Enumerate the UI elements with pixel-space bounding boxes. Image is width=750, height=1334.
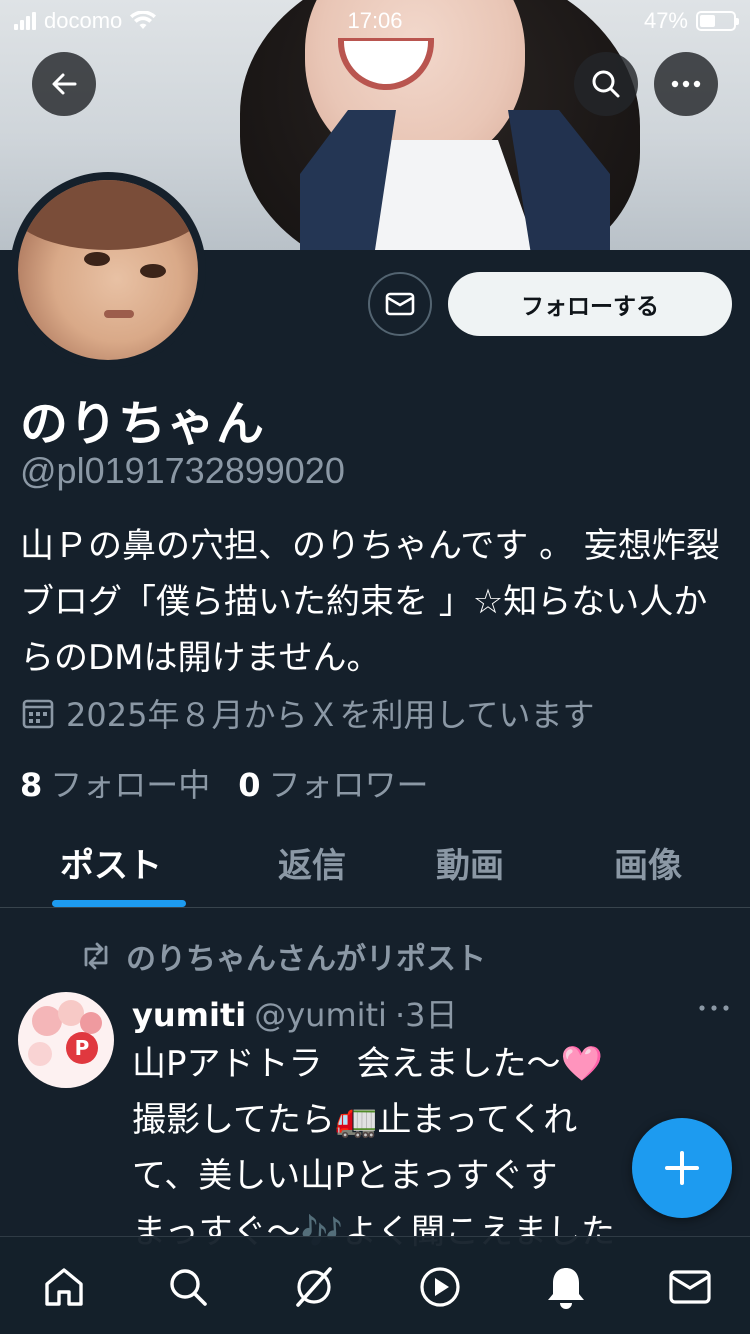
message-button[interactable] xyxy=(368,272,432,336)
battery-percent: 47% xyxy=(643,8,688,33)
following-label: フォロー中 xyxy=(50,766,211,804)
post-text-line: て、美しい山Pとまっすぐす xyxy=(132,1156,558,1196)
post-text-line: 山Pアドトラ 会えました〜🩷 xyxy=(132,1044,603,1084)
active-tab-indicator xyxy=(52,900,186,907)
post-text-line: 撮影してたら🚛止まってくれ xyxy=(132,1100,578,1140)
post-header: yumiti @yumiti ·3日 xyxy=(132,990,457,1036)
clock: 17:06 xyxy=(347,8,403,33)
more-horizontal-icon xyxy=(699,1005,729,1011)
avatar-image xyxy=(18,180,198,360)
following-link[interactable]: 8 フォロー中 xyxy=(20,760,210,806)
nav-grok[interactable] xyxy=(286,1259,342,1315)
nav-messages[interactable] xyxy=(662,1259,718,1315)
followers-count: 0 xyxy=(238,766,261,804)
repost-icon xyxy=(84,942,108,970)
profile-avatar[interactable] xyxy=(10,172,206,368)
search-icon xyxy=(592,70,620,98)
nav-video[interactable] xyxy=(412,1259,468,1315)
search-button[interactable] xyxy=(574,52,638,116)
more-button[interactable] xyxy=(654,52,718,116)
profile-name: のりちゃん xyxy=(20,396,266,452)
more-horizontal-icon xyxy=(671,80,701,88)
profile-handle: @pl0191732899020 xyxy=(20,450,345,491)
plus-icon xyxy=(665,1151,699,1185)
post-text[interactable]: 山Pアドトラ 会えました〜🩷 撮影してたら🚛止まってくれ て、美しい山Pとまっす… xyxy=(132,1036,702,1260)
nav-notifications[interactable] xyxy=(538,1259,594,1315)
post-more-button[interactable] xyxy=(696,996,732,1020)
post-author-name[interactable]: yumiti xyxy=(132,996,246,1034)
bell-icon xyxy=(548,1268,584,1309)
nav-search[interactable] xyxy=(160,1259,216,1315)
post-time: ·3日 xyxy=(394,996,458,1034)
mail-icon xyxy=(669,1270,711,1304)
followers-link[interactable]: 0 フォロワー xyxy=(238,760,428,806)
follow-stats: 8 フォロー中 0 フォロワー xyxy=(20,760,429,806)
battery-icon xyxy=(696,11,739,31)
compose-button[interactable] xyxy=(632,1118,732,1218)
profile-tabs: ポスト 返信 動画 画像 xyxy=(0,820,750,908)
search-icon xyxy=(170,1269,207,1306)
tab-videos[interactable]: 動画 xyxy=(436,838,504,887)
envelope-icon xyxy=(385,292,415,316)
home-icon xyxy=(45,1268,83,1306)
repost-indicator: のりちゃんさんがリポスト xyxy=(78,934,486,978)
nav-home[interactable] xyxy=(36,1259,92,1315)
profile-page: docomo 17:06 47% フォローする のりちゃん @pl0191732… xyxy=(0,0,750,1334)
join-date: 2025年８月からＸを利用しています xyxy=(20,690,594,736)
tab-images[interactable]: 画像 xyxy=(614,838,682,887)
join-date-text: 2025年８月からＸを利用しています xyxy=(66,696,595,734)
arrow-left-icon xyxy=(52,73,77,95)
back-button[interactable] xyxy=(32,52,96,116)
follow-button[interactable]: フォローする xyxy=(448,272,732,336)
tab-posts[interactable]: ポスト xyxy=(60,838,162,887)
video-play-icon xyxy=(420,1267,460,1307)
following-count: 8 xyxy=(20,766,43,804)
repost-label: のりちゃんさんがリポスト xyxy=(126,942,486,977)
tab-replies[interactable]: 返信 xyxy=(278,838,346,887)
followers-label: フォロワー xyxy=(268,766,429,804)
calendar-icon xyxy=(22,699,54,729)
grok-icon xyxy=(296,1267,332,1307)
post-author-handle[interactable]: @yumiti xyxy=(254,996,387,1034)
bottom-navigation xyxy=(0,1236,750,1334)
profile-bio: 山Ｐの鼻の穴担、のりちゃんです 。 妄想炸裂ブログ「僕ら描いた約束を 」☆知らな… xyxy=(20,526,720,678)
post-avatar-badge: P xyxy=(66,1032,98,1064)
post-author-avatar[interactable]: P xyxy=(18,992,114,1088)
status-bar: docomo 17:06 47% xyxy=(0,0,750,40)
